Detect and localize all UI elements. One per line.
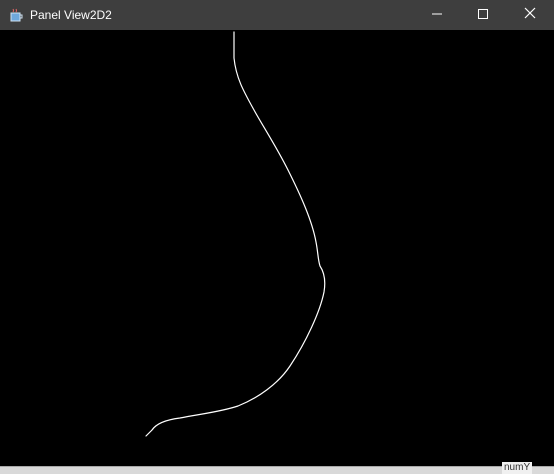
minimize-icon bbox=[432, 6, 442, 24]
panel-view2d2-window: Panel View2D2 numY bbox=[0, 0, 554, 474]
maximize-button[interactable] bbox=[460, 0, 506, 30]
background-window-label: numY bbox=[502, 462, 533, 474]
close-icon bbox=[524, 6, 536, 24]
view2d-canvas[interactable] bbox=[0, 30, 554, 466]
background-window-edge bbox=[0, 466, 554, 474]
curve-line bbox=[145, 31, 326, 437]
curve-plot bbox=[145, 31, 326, 437]
maximize-icon bbox=[478, 6, 488, 24]
java-cup-icon bbox=[9, 8, 23, 22]
minimize-button[interactable] bbox=[414, 0, 460, 30]
title-bar[interactable]: Panel View2D2 bbox=[0, 0, 554, 30]
close-button[interactable] bbox=[506, 0, 554, 30]
window-title: Panel View2D2 bbox=[30, 8, 112, 22]
